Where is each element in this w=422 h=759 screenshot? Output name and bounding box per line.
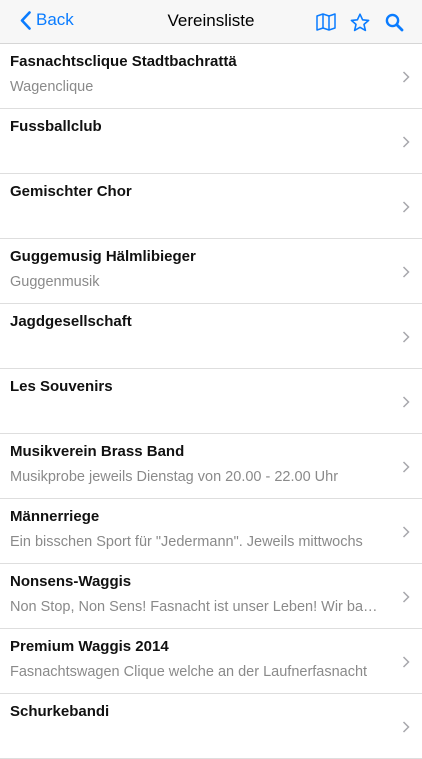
list-item[interactable]: Guggemusig Hälmlibieger Guggenmusik [0,239,422,304]
star-icon[interactable] [350,12,370,32]
chevron-left-icon [20,10,31,30]
chevron-right-icon [402,656,410,668]
chevron-right-icon [402,331,410,343]
list-item[interactable]: Schurkebandi [0,694,422,759]
list-item[interactable]: Fasnachtsclique Stadtbachrattä Wagencliq… [0,44,422,109]
list-item-title: Männerriege [10,508,100,525]
chevron-right-icon [402,71,410,83]
list-item[interactable]: Männerriege Ein bisschen Sport für "Jede… [0,499,422,564]
list-item[interactable]: Premium Waggis 2014 Fasnachtswagen Cliqu… [0,629,422,694]
search-icon[interactable] [384,12,404,32]
chevron-right-icon [402,266,410,278]
list-item[interactable]: Fussballclub [0,109,422,174]
list-item-title: Gemischter Chor [10,183,132,200]
chevron-right-icon [402,526,410,538]
list-item-subtitle: Guggenmusik [10,274,100,290]
chevron-right-icon [402,396,410,408]
back-button-label: Back [36,10,74,29]
list-item-title: Schurkebandi [10,703,110,720]
chevron-right-icon [402,136,410,148]
list-item-subtitle: Musikprobe jeweils Dienstag von 20.00 - … [10,469,339,485]
list-item[interactable]: Nonsens-Waggis Non Stop, Non Sens! Fasna… [0,564,422,629]
chevron-right-icon [402,591,410,603]
list-item[interactable]: Jagdgesellschaft [0,304,422,369]
list-item-subtitle: Fasnachtswagen Clique welche an der Lauf… [10,664,368,680]
navigation-bar: Back Vereinsliste [0,0,422,44]
list-item-title: Jagdgesellschaft [10,313,132,330]
club-list: Fasnachtsclique Stadtbachrattä Wagencliq… [0,44,422,759]
list-item[interactable]: Gemischter Chor [0,174,422,239]
list-item-title: Nonsens-Waggis [10,573,132,590]
list-item-title: Fussballclub [10,118,102,135]
list-item[interactable]: Musikverein Brass Band Musikprobe jeweil… [0,434,422,499]
list-item-subtitle: Non Stop, Non Sens! Fasnacht ist unser L… [10,599,380,615]
chevron-right-icon [402,461,410,473]
chevron-right-icon [402,721,410,733]
list-item-title: Fasnachtsclique Stadtbachrattä [10,53,237,70]
map-icon[interactable] [316,12,336,32]
nav-actions [316,12,404,32]
list-item-title: Les Souvenirs [10,378,113,395]
back-button[interactable]: Back [20,10,74,30]
list-item-subtitle: Ein bisschen Sport für "Jedermann". Jewe… [10,534,363,550]
chevron-right-icon [402,201,410,213]
list-item-title: Premium Waggis 2014 [10,638,169,655]
list-item-title: Musikverein Brass Band [10,443,185,460]
list-item-title: Guggemusig Hälmlibieger [10,248,196,265]
list-item-subtitle: Wagenclique [10,79,94,95]
list-item[interactable]: Les Souvenirs [0,369,422,434]
